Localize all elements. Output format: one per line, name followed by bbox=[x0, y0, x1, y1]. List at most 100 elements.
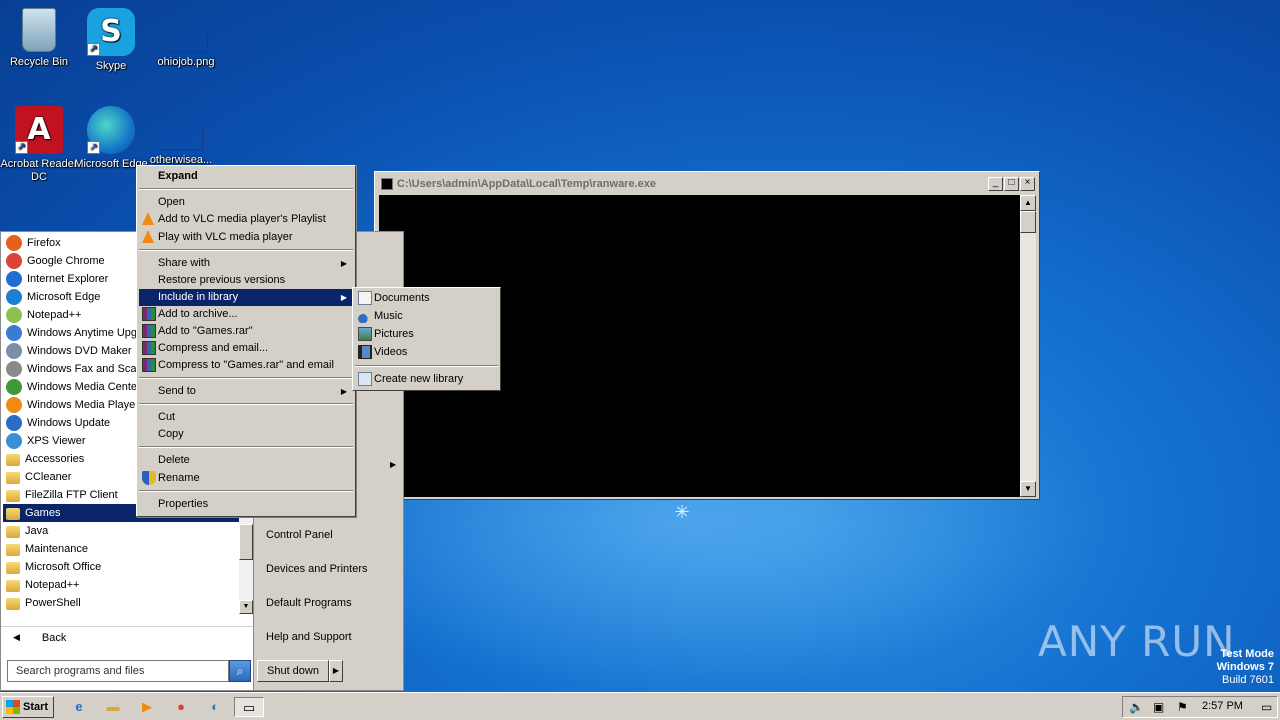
desktop-icon-ohiojob[interactable]: ohiojob.png bbox=[147, 8, 225, 69]
context-menu-item[interactable]: Cut bbox=[139, 409, 353, 426]
context-menu-item[interactable]: Send to ▶ bbox=[139, 383, 353, 400]
context-menu-item[interactable]: Add to "Games.rar" bbox=[139, 323, 353, 340]
context-menu-item[interactable]: Share with ▶ bbox=[139, 255, 353, 272]
clock[interactable]: 2:57 PM bbox=[1202, 700, 1243, 712]
edge-icon[interactable]: ◐ bbox=[204, 697, 226, 717]
system-tray: 🔈 ▣ ⚑ ▭ bbox=[1122, 696, 1278, 718]
desktop-icon-label: Acrobat Reader DC bbox=[0, 158, 78, 183]
library-menu-item[interactable]: Music bbox=[355, 308, 498, 325]
new-library-icon bbox=[358, 372, 372, 386]
submenu-arrow-icon: ▶ bbox=[340, 259, 347, 268]
library-menu-label: Create new library bbox=[374, 373, 464, 385]
context-menu-item[interactable]: Properties bbox=[139, 496, 353, 513]
shutdown-options-arrow-icon[interactable]: ▶ bbox=[329, 660, 343, 682]
context-menu-item[interactable]: Include in library ▶ bbox=[139, 289, 353, 306]
media-player-icon bbox=[6, 397, 22, 413]
console-title-bar[interactable]: C:\Users\admin\AppData\Local\Temp\ranwar… bbox=[377, 174, 1037, 194]
ie-icon bbox=[6, 271, 22, 287]
explorer-icon[interactable]: ▬ bbox=[102, 697, 124, 717]
program-label: Windows DVD Maker bbox=[27, 345, 132, 357]
maximize-button[interactable]: □ bbox=[1004, 177, 1019, 191]
devices-printers-link[interactable]: Devices and Printers bbox=[266, 563, 368, 575]
library-menu-item[interactable]: Videos bbox=[355, 344, 498, 361]
desktop-icon-edge[interactable]: ↗ Microsoft Edge bbox=[72, 106, 150, 171]
control-panel-link[interactable]: Control Panel bbox=[266, 529, 333, 541]
minimize-button[interactable]: _ bbox=[988, 177, 1003, 191]
program-item[interactable]: Notepad++ bbox=[3, 576, 239, 594]
desktop-icon-recycle-bin[interactable]: Recycle Bin bbox=[0, 8, 78, 69]
desktop-icon-label: Recycle Bin bbox=[9, 56, 69, 68]
library-menu-item[interactable]: Documents bbox=[355, 290, 498, 307]
folder-icon bbox=[6, 508, 20, 520]
program-label: Games bbox=[25, 507, 61, 519]
desktop-icon-otherwisea[interactable]: otherwisea... bbox=[142, 106, 220, 167]
program-item[interactable]: PowerShell bbox=[3, 594, 239, 612]
desktop-icon-skype[interactable]: S ↗ Skype bbox=[72, 8, 150, 73]
context-menu-label: Delete bbox=[158, 454, 190, 466]
dvd-icon bbox=[6, 343, 22, 359]
search-input[interactable]: Search programs and files bbox=[7, 660, 229, 682]
context-menu-item[interactable]: Play with VLC media player bbox=[139, 229, 353, 246]
context-menu-item[interactable]: Copy bbox=[139, 426, 353, 443]
music-library-icon bbox=[358, 309, 372, 323]
scroll-thumb[interactable] bbox=[1020, 211, 1036, 233]
search-icon[interactable]: ⌕ bbox=[229, 660, 251, 682]
context-menu-item[interactable]: Expand bbox=[139, 168, 353, 185]
anyrun-watermark: ANY RUN bbox=[1038, 617, 1236, 666]
context-menu-item[interactable]: Add to archive... bbox=[139, 306, 353, 323]
folder-icon bbox=[6, 454, 20, 466]
context-menu-item[interactable]: Compress and email... bbox=[139, 340, 353, 357]
scroll-up-arrow-icon[interactable]: ▲ bbox=[1020, 195, 1036, 211]
context-menu-item[interactable]: Restore previous versions bbox=[139, 272, 353, 289]
back-button[interactable]: ◀ Back bbox=[1, 626, 253, 648]
speaker-icon[interactable]: 🔈 bbox=[1129, 700, 1144, 714]
context-menu-item[interactable]: Rename bbox=[139, 470, 353, 487]
library-menu-label: Music bbox=[374, 310, 403, 322]
context-menu-label: Compress to "Games.rar" and email bbox=[158, 359, 334, 371]
chrome-icon[interactable]: ● bbox=[170, 697, 192, 717]
menu-separator bbox=[139, 377, 353, 379]
start-button[interactable]: Start bbox=[2, 696, 54, 718]
program-label: Notepad++ bbox=[25, 579, 80, 591]
show-desktop-icon[interactable]: ▭ bbox=[1261, 700, 1272, 714]
shortcut-arrow-icon: ↗ bbox=[87, 141, 100, 154]
folder-icon bbox=[6, 598, 20, 610]
library-menu-label: Pictures bbox=[374, 328, 414, 340]
action-center-flag-icon[interactable]: ⚑ bbox=[1177, 700, 1188, 714]
library-menu-item[interactable]: Pictures bbox=[355, 326, 498, 343]
context-menu-item[interactable]: Compress to "Games.rar" and email bbox=[139, 357, 353, 374]
shutdown-button[interactable]: Shut down bbox=[257, 660, 329, 682]
context-menu-item[interactable]: Add to VLC media player's Playlist bbox=[139, 211, 353, 228]
ie-icon[interactable]: e bbox=[68, 697, 90, 717]
context-menu-label: Include in library bbox=[158, 291, 239, 303]
network-icon[interactable]: ▣ bbox=[1153, 700, 1164, 714]
program-item[interactable]: Java bbox=[3, 522, 239, 540]
folder-icon bbox=[6, 562, 20, 574]
help-support-link[interactable]: Help and Support bbox=[266, 631, 352, 643]
program-item[interactable]: Microsoft Office bbox=[3, 558, 239, 576]
scroll-thumb[interactable] bbox=[239, 524, 253, 560]
wallpaper-flare: ✳ bbox=[674, 502, 690, 522]
menu-separator bbox=[139, 188, 353, 190]
library-menu-item[interactable]: Create new library bbox=[355, 371, 498, 388]
console-app-icon[interactable]: ▭ bbox=[234, 697, 264, 717]
folder-icon bbox=[6, 526, 20, 538]
program-label: Java bbox=[25, 525, 49, 537]
pictures-library-icon bbox=[358, 327, 372, 341]
folder-icon bbox=[6, 490, 20, 502]
context-menu-label: Properties bbox=[158, 498, 209, 510]
media-player-icon[interactable]: ▶ bbox=[136, 697, 158, 717]
context-menu-item[interactable]: Delete bbox=[139, 452, 353, 469]
context-menu-item[interactable]: Open bbox=[139, 194, 353, 211]
default-programs-link[interactable]: Default Programs bbox=[266, 597, 352, 609]
scroll-down-arrow-icon[interactable]: ▼ bbox=[239, 600, 253, 614]
close-button[interactable]: × bbox=[1020, 177, 1035, 191]
documents-library-icon bbox=[358, 291, 372, 305]
firefox-icon bbox=[6, 235, 22, 251]
program-item[interactable]: Maintenance bbox=[3, 540, 239, 558]
scroll-down-arrow-icon[interactable]: ▼ bbox=[1020, 481, 1036, 497]
console-scrollbar[interactable]: ▲ ▼ bbox=[1020, 195, 1036, 497]
desktop-icon-acrobat[interactable]: A ↗ Acrobat Reader DC bbox=[0, 106, 78, 184]
chrome-icon bbox=[6, 253, 22, 269]
library-menu-label: Videos bbox=[374, 346, 408, 358]
